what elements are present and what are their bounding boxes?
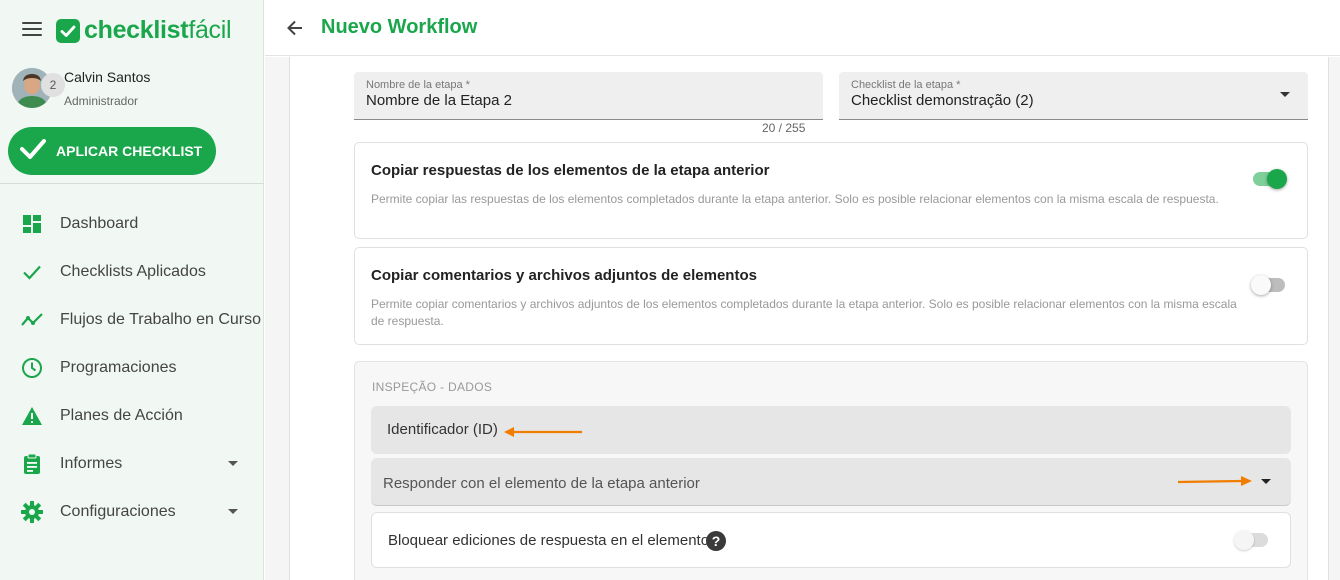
workflow-icon <box>20 308 44 332</box>
menu-icon[interactable] <box>22 22 42 36</box>
page-header: Nuevo Workflow <box>265 0 1340 56</box>
sidebar: checklistfácil Calvin Santos Administrad… <box>0 0 264 580</box>
sidebar-item-label: Flujos de Trabalho en Curso <box>60 311 261 328</box>
lock-edits-label: Bloquear ediciones de respuesta en el el… <box>388 532 710 549</box>
char-counter: 20 / 255 <box>762 121 806 135</box>
sidebar-item-informes[interactable]: Informes <box>0 440 264 488</box>
stage-checklist-value: Checklist demonstração (2) <box>851 92 1034 109</box>
copy-responses-option: Copiar respuestas de los elementos de la… <box>354 142 1308 239</box>
annotation-arrow-right-icon <box>1177 476 1252 486</box>
user-role: Administrador <box>64 93 139 108</box>
dropdown-arrow-icon <box>1280 92 1290 97</box>
stage-checklist-label: Checklist de la etapa * <box>851 79 961 91</box>
sidebar-item-planes-de-accion[interactable]: Planes de Acción <box>0 392 264 440</box>
lock-edits-row: Bloquear ediciones de respuesta en el el… <box>371 512 1291 568</box>
sidebar-item-label: Programaciones <box>60 359 177 376</box>
copy-comments-title: Copiar comentarios y archivos adjuntos d… <box>371 267 757 284</box>
page-title: Nuevo Workflow <box>321 16 478 38</box>
inspection-data-section: INSPEÇÃO - DADOS Identificador (ID) Resp… <box>354 361 1308 580</box>
chevron-down-icon <box>228 509 238 514</box>
apply-checklist-button[interactable]: APLICAR CHECKLIST <box>8 127 216 175</box>
logo-text: checklistfácil <box>84 16 232 44</box>
sidebar-item-label: Planes de Acción <box>60 407 183 424</box>
stage-checklist-select[interactable]: Checklist de la etapa * Checklist demons… <box>839 72 1308 120</box>
sidebar-item-checklists-aplicados[interactable]: Checklists Aplicados <box>0 248 264 296</box>
stage-number-badge: 2 <box>41 73 65 97</box>
check-icon <box>20 260 44 284</box>
stage-name-value: Nombre de la Etapa 2 <box>366 92 512 109</box>
sidebar-item-label: Configuraciones <box>60 503 176 520</box>
sidebar-topbar: checklistfácil <box>0 0 264 56</box>
chevron-down-icon <box>228 461 238 466</box>
dashboard-icon <box>20 212 44 236</box>
logo-check-icon <box>56 18 80 43</box>
sidebar-item-dashboard[interactable]: Dashboard <box>0 200 264 248</box>
gear-icon <box>20 500 44 524</box>
sidebar-divider <box>0 183 264 184</box>
lock-edits-toggle[interactable] <box>1234 530 1270 550</box>
stage-name-field[interactable]: Nombre de la etapa * Nombre de la Etapa … <box>354 72 823 120</box>
copy-comments-option: Copiar comentarios y archivos adjuntos d… <box>354 247 1308 345</box>
app-logo[interactable]: checklistfácil <box>56 16 232 45</box>
sidebar-item-label: Informes <box>60 455 123 472</box>
clock-icon <box>20 356 44 380</box>
respond-previous-placeholder: Responder con el elemento de la etapa an… <box>383 475 700 492</box>
copy-comments-description: Permite copiar comentarios y archivos ad… <box>371 297 1237 328</box>
respond-previous-select[interactable]: Responder con el elemento de la etapa an… <box>371 458 1291 506</box>
check-icon <box>20 138 46 165</box>
sidebar-item-configuraciones[interactable]: Configuraciones <box>0 488 264 536</box>
apply-checklist-label: APLICAR CHECKLIST <box>56 143 203 159</box>
identifier-label: Identificador (ID) <box>387 421 498 438</box>
dropdown-arrow-icon <box>1261 479 1271 484</box>
copy-responses-description: Permite copiar las respuestas de los ele… <box>371 192 1219 206</box>
warning-icon <box>20 404 44 428</box>
back-arrow-icon[interactable] <box>283 16 307 40</box>
clipboard-icon <box>20 452 44 476</box>
help-icon[interactable]: ? <box>706 531 726 551</box>
copy-responses-toggle[interactable] <box>1251 169 1287 189</box>
copy-comments-toggle[interactable] <box>1251 275 1287 295</box>
annotation-arrow-left-icon <box>504 427 582 437</box>
section-title: INSPEÇÃO - DADOS <box>372 380 493 394</box>
user-profile[interactable]: Calvin Santos Administrador <box>12 68 150 108</box>
stage-name-label: Nombre de la etapa * <box>366 79 470 91</box>
sidebar-item-label: Dashboard <box>60 215 139 232</box>
sidebar-item-flujos[interactable]: Flujos de Trabalho en Curso <box>0 296 264 344</box>
sidebar-item-programaciones[interactable]: Programaciones <box>0 344 264 392</box>
copy-responses-title: Copiar respuestas de los elementos de la… <box>371 162 770 179</box>
user-name: Calvin Santos <box>64 68 151 85</box>
sidebar-item-label: Checklists Aplicados <box>60 263 206 280</box>
sidebar-nav: Dashboard Checklists Aplicados Flujos de… <box>0 200 264 536</box>
